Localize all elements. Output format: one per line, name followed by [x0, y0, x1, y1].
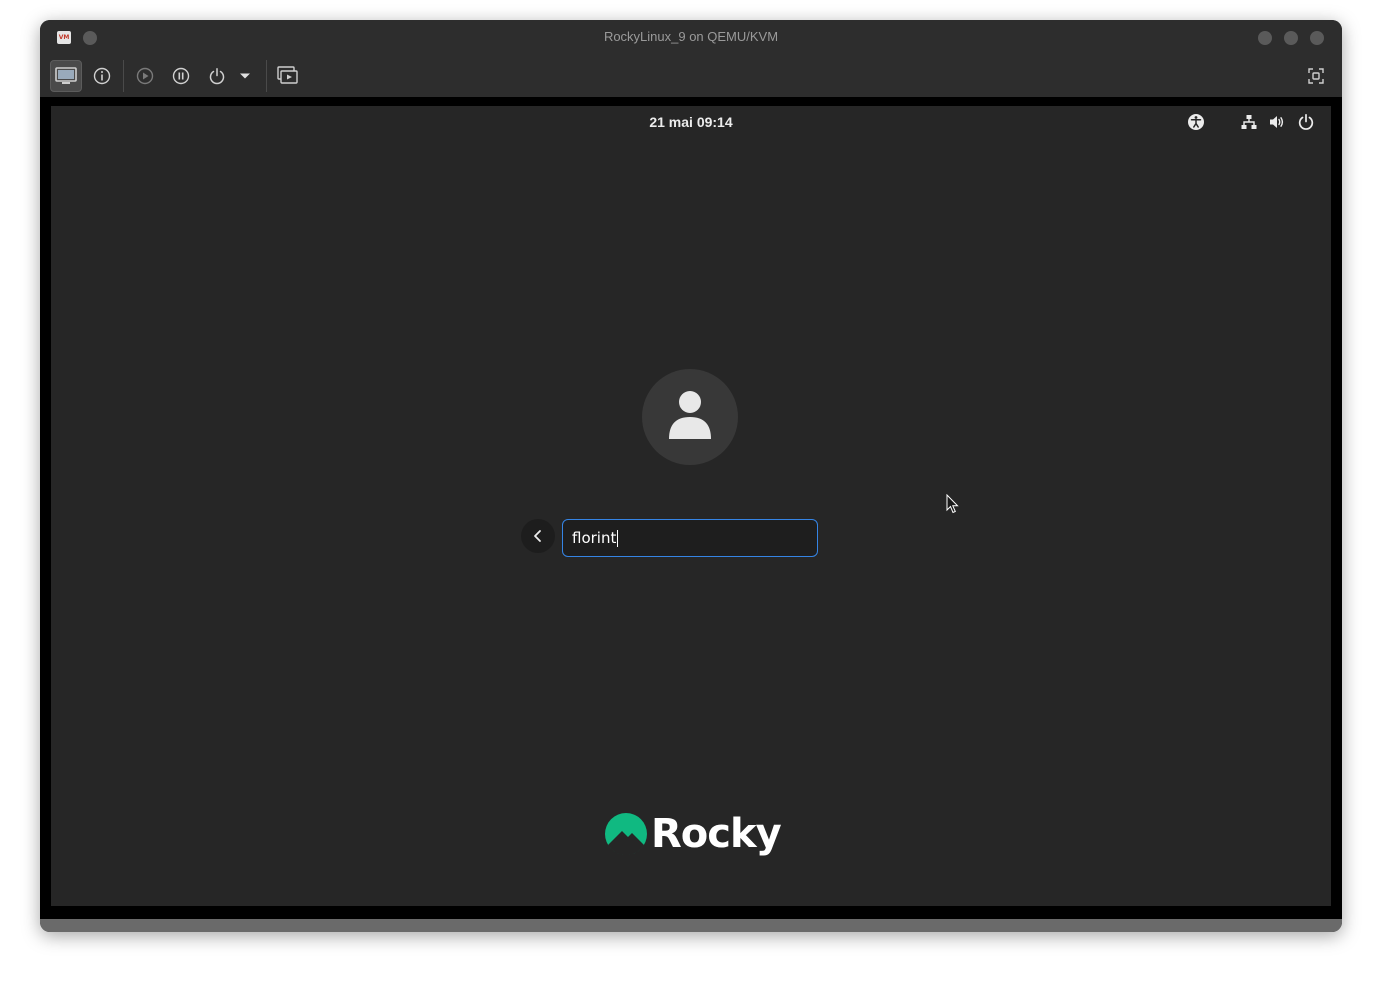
clock[interactable]: 21 mai 09:14	[51, 106, 1331, 138]
vm-viewer-window: RockyLinux_9 on QEMU/KVM VM 21 mai 09:14…	[40, 20, 1342, 932]
play-icon	[136, 67, 154, 85]
status-bar	[40, 919, 1342, 932]
console-view-button[interactable]	[50, 60, 82, 92]
username-input[interactable]: florint	[562, 519, 818, 557]
mouse-pointer-icon	[946, 494, 959, 514]
username-value: florint	[572, 529, 617, 547]
fullscreen-icon	[1308, 68, 1324, 84]
window-menu-button[interactable]	[83, 31, 97, 45]
user-avatar	[642, 369, 738, 465]
title-bar[interactable]: RockyLinux_9 on QEMU/KVM VM	[40, 20, 1342, 54]
user-icon	[669, 391, 711, 439]
rocky-logo: Rocky	[604, 811, 782, 857]
virt-manager-icon: VM	[57, 31, 71, 44]
shutdown-menu-button[interactable]	[233, 60, 257, 92]
network-icon[interactable]	[1240, 113, 1258, 131]
snapshots-button[interactable]	[272, 60, 304, 92]
window-title: RockyLinux_9 on QEMU/KVM	[603, 29, 779, 44]
run-button[interactable]	[129, 60, 161, 92]
details-view-button[interactable]	[86, 60, 118, 92]
pause-button[interactable]	[165, 60, 197, 92]
monitor-icon	[55, 67, 77, 84]
accessibility-icon[interactable]	[1187, 113, 1205, 131]
pause-icon	[172, 67, 190, 85]
dropdown-arrow-icon	[240, 73, 250, 79]
close-button[interactable]	[1310, 31, 1324, 45]
fullscreen-button[interactable]	[1300, 60, 1332, 92]
rocky-logo-icon	[605, 813, 647, 856]
shutdown-button[interactable]	[201, 60, 233, 92]
toolbar-separator	[123, 60, 124, 92]
toolbar-separator	[266, 60, 267, 92]
info-icon	[93, 67, 111, 85]
guest-login-screen[interactable]: 21 mai 09:14 florint Rocky	[51, 106, 1331, 906]
chevron-left-icon	[534, 530, 541, 542]
volume-icon[interactable]	[1268, 113, 1286, 131]
power-icon	[209, 68, 225, 85]
toolbar	[40, 54, 1342, 97]
maximize-button[interactable]	[1284, 31, 1298, 45]
snapshot-icon	[277, 66, 298, 84]
back-button[interactable]	[521, 519, 555, 553]
minimize-button[interactable]	[1258, 31, 1272, 45]
power-icon[interactable]	[1297, 113, 1315, 131]
rocky-logo-text: Rocky	[651, 811, 782, 857]
text-caret	[617, 530, 619, 547]
vm-display[interactable]: 21 mai 09:14 florint Rocky	[40, 97, 1342, 919]
